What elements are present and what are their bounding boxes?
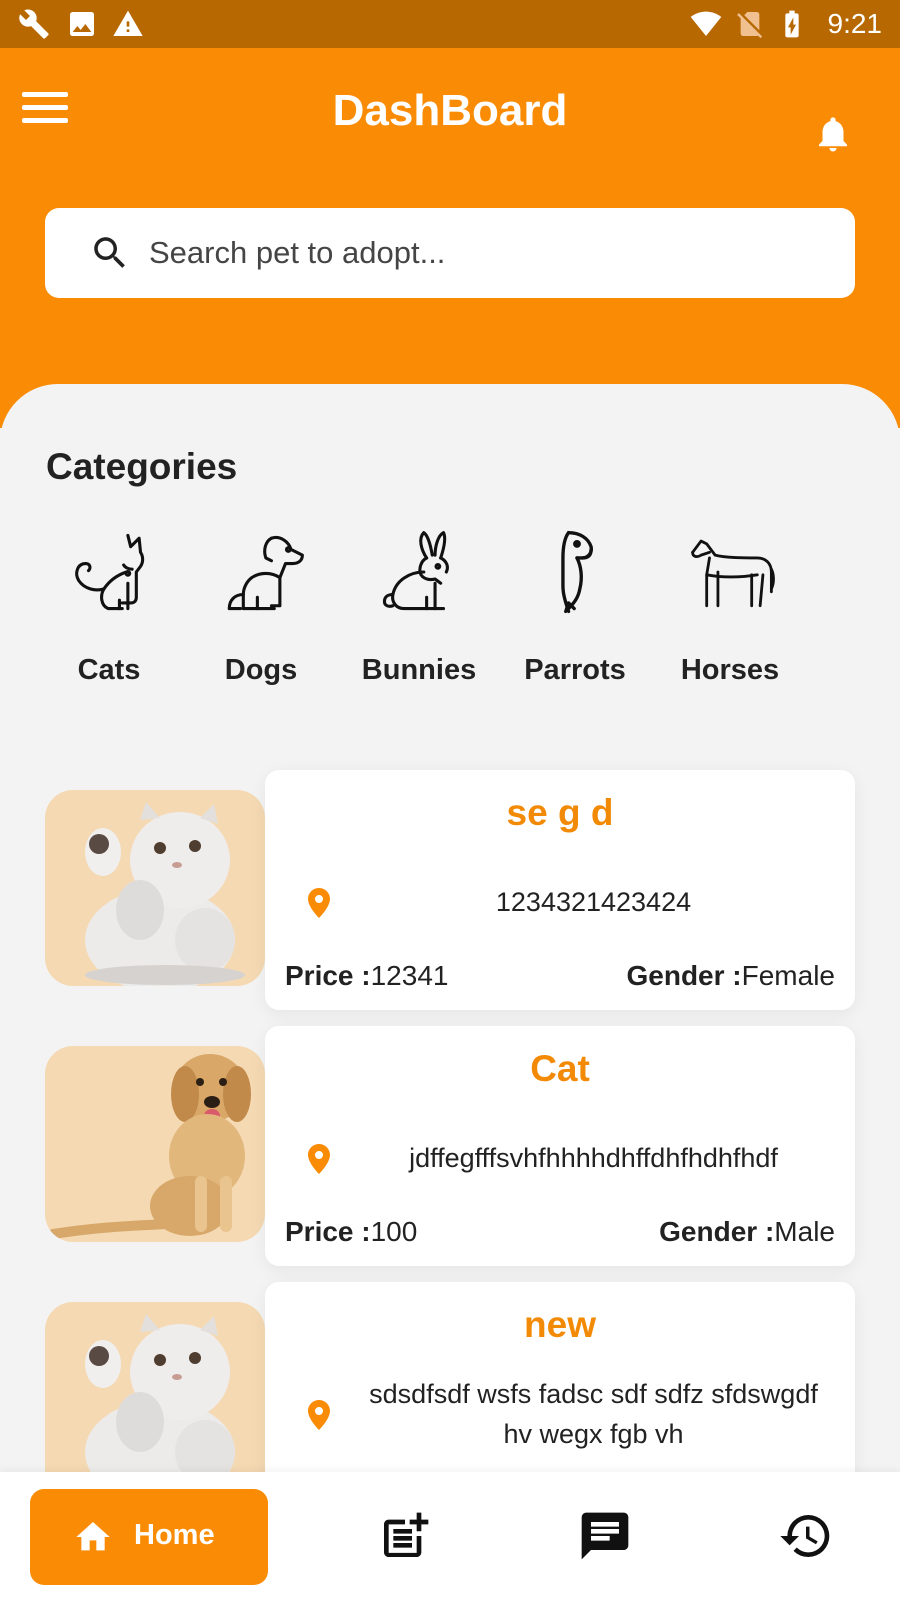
bunny-icon	[382, 531, 449, 611]
location-pin-icon	[308, 1400, 330, 1430]
wifi-icon	[690, 11, 722, 36]
app-header: DashBoard	[0, 48, 900, 428]
price-value: 12341	[370, 960, 449, 991]
pet-location-line: hv wegx fgb vh	[503, 1419, 684, 1449]
status-time: 9:21	[827, 8, 883, 39]
category-dogs[interactable]: Dogs	[196, 524, 326, 694]
main-content: Categories Cats Dogs Bunnies Parrots Hor…	[0, 384, 900, 1600]
pet-name: new	[524, 1304, 596, 1345]
price-label: Price :	[285, 1216, 371, 1247]
gender-label: Gender :	[659, 1216, 775, 1247]
gender-label: Gender :	[626, 960, 742, 991]
nav-history-button[interactable]	[778, 1508, 834, 1564]
search-bar[interactable]	[45, 208, 855, 298]
nav-add-post-button[interactable]	[377, 1508, 433, 1564]
nav-home-button[interactable]: Home	[30, 1489, 268, 1585]
pet-location: 1234321423424	[495, 887, 692, 917]
warning-icon	[113, 10, 143, 36]
category-label: Bunnies	[361, 654, 477, 686]
search-icon	[94, 237, 125, 268]
pet-name: se g d	[506, 792, 614, 833]
pet-card[interactable]: Cat jdffegfffsvhfhhhhdhffdhfhdhfhdf Pric…	[45, 1026, 855, 1266]
golden-retriever-photo	[45, 1046, 265, 1242]
pet-card[interactable]: se g d 1234321423424 Price :12341 Gender…	[45, 770, 855, 1010]
nav-chat-button[interactable]	[577, 1508, 633, 1564]
pet-info-panel: se g d 1234321423424 Price :12341 Gender…	[265, 770, 855, 1010]
pet-location-line: sdsdfsdf wsfs fadsc sdf sdfz sfdswgdf	[369, 1379, 818, 1409]
gender-value: Male	[774, 1216, 835, 1247]
bottom-navigation: Home	[0, 1472, 900, 1600]
location-pin-icon	[308, 1144, 330, 1174]
category-bunnies[interactable]: Bunnies	[354, 524, 484, 694]
image-icon	[70, 12, 94, 36]
gender-value: Female	[741, 960, 835, 991]
category-label: Parrots	[524, 654, 626, 686]
parrot-icon	[561, 530, 594, 614]
category-label: Cats	[77, 654, 141, 686]
status-bar: 9:21	[0, 0, 900, 48]
categories-title: Categories	[46, 446, 238, 487]
add-post-icon	[384, 1512, 429, 1557]
category-label: Dogs	[224, 654, 298, 686]
battery-charging-icon	[785, 10, 799, 38]
gender-field: Gender :Male	[659, 1216, 835, 1248]
persian-cat-photo	[45, 790, 265, 986]
page-title: DashBoard	[332, 86, 568, 135]
cat-icon	[75, 533, 145, 611]
persian-cat-photo	[45, 1302, 265, 1498]
nav-home-label: Home	[134, 1519, 215, 1551]
search-input[interactable]	[149, 226, 829, 280]
category-cats[interactable]: Cats	[44, 524, 174, 694]
price-gender-row: Price :12341 Gender :Female	[285, 960, 835, 992]
pet-location: jdffegfffsvhfhhhhdhffdhfhdhfhdf	[409, 1143, 778, 1173]
category-parrots[interactable]: Parrots	[510, 524, 640, 694]
price-value: 100	[370, 1216, 418, 1247]
wrench-icon	[19, 9, 49, 39]
category-horses[interactable]: Horses	[665, 524, 795, 694]
price-label: Price :	[285, 960, 371, 991]
price-gender-row: Price :100 Gender :Male	[285, 1216, 835, 1248]
bell-icon[interactable]	[812, 112, 854, 156]
pet-location: sdsdfsdf wsfs fadsc sdf sdfz sfdswgdf hv…	[340, 1374, 847, 1454]
pet-name: Cat	[530, 1048, 590, 1089]
dog-icon	[227, 536, 304, 611]
no-sim-icon	[737, 12, 763, 39]
chat-icon	[581, 1512, 629, 1560]
category-label: Horses	[680, 654, 780, 686]
pet-info-panel: Cat jdffegfffsvhfhhhhdhffdhfhdhfhdf Pric…	[265, 1026, 855, 1266]
gender-field: Gender :Female	[626, 960, 835, 992]
location-pin-icon	[308, 888, 330, 918]
horse-icon	[691, 539, 775, 608]
home-icon	[76, 1522, 110, 1551]
history-icon	[780, 1515, 830, 1557]
